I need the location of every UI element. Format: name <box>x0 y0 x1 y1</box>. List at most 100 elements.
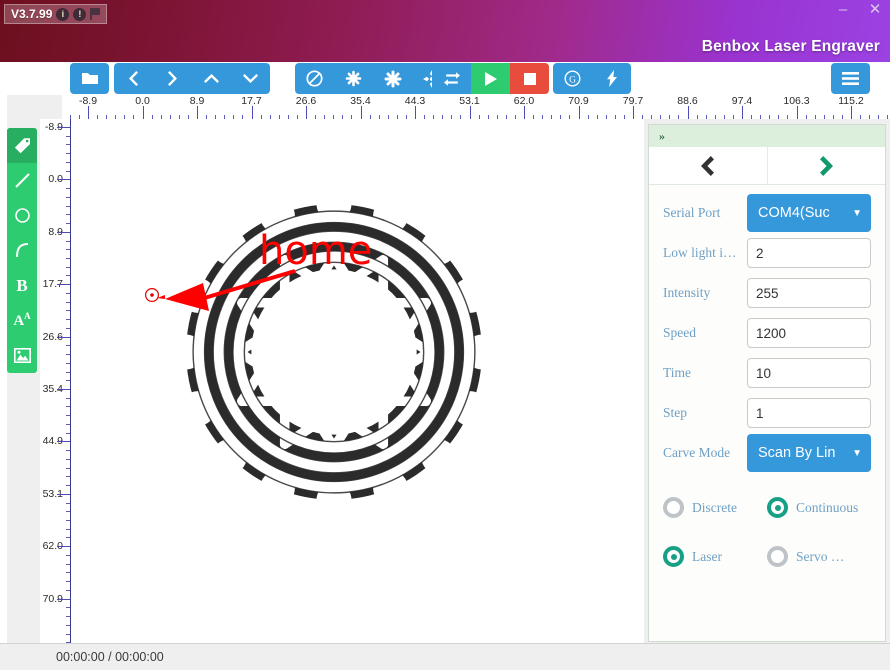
version-badge: V3.7.99 i ! <box>4 4 108 24</box>
chevron-down-icon: ▼ <box>852 207 862 219</box>
left-edge-filler <box>0 95 7 643</box>
panel-field-row: Intensity <box>663 273 875 313</box>
panel-field-row: Speed <box>663 313 875 353</box>
ruler-tick-minor <box>678 115 680 119</box>
radio-continuous[interactable]: Continuous <box>767 497 871 518</box>
radio-discrete[interactable]: Discrete <box>663 497 767 518</box>
tool-font-size[interactable]: AA <box>7 303 37 338</box>
radio-servo[interactable]: Servo … <box>767 546 871 567</box>
ruler-tick-major <box>197 106 198 119</box>
tool-image[interactable] <box>7 338 37 373</box>
ruler-tick-major <box>415 106 416 119</box>
warning-icon[interactable]: ! <box>73 7 87 21</box>
tool-bold-text[interactable]: B <box>7 268 37 303</box>
title-bar: V3.7.99 i ! – ✕ Benbox Laser Engraver <box>0 0 890 62</box>
time-input[interactable] <box>747 358 871 388</box>
info-icon[interactable]: i <box>56 7 70 21</box>
toolbar-group-jog <box>114 63 270 94</box>
gcode-button[interactable]: G <box>553 63 592 94</box>
ruler-tick-minor <box>669 115 671 119</box>
tool-circle[interactable] <box>7 198 37 233</box>
radio-label: Continuous <box>796 499 859 515</box>
ruler-tick-major <box>796 106 798 119</box>
ruler-tick-major <box>57 284 70 286</box>
move-left-button[interactable] <box>114 63 153 94</box>
panel-field-row: Serial Port COM4(Suc ▼ <box>663 193 875 233</box>
close-button[interactable]: ✕ <box>866 2 884 17</box>
move-down-button[interactable] <box>231 63 270 94</box>
panel-header: » <box>649 125 885 147</box>
ruler-tick-minor <box>787 115 789 119</box>
ruler-tick-major <box>578 106 580 119</box>
stop-engrave-button[interactable] <box>510 63 549 94</box>
field-label: Serial Port <box>663 205 721 220</box>
ruler-tick-minor <box>705 115 707 119</box>
ruler-tick-minor <box>760 115 762 119</box>
step-input[interactable] <box>747 398 871 428</box>
font-size-icon: AA <box>13 311 31 329</box>
menu-button[interactable] <box>831 63 870 94</box>
app-title: Benbox Laser Engraver <box>701 38 880 55</box>
laser-off-button[interactable] <box>295 63 334 94</box>
radio-laser[interactable]: Laser <box>663 546 767 567</box>
radio-label: Servo … <box>796 548 845 564</box>
power-button[interactable] <box>592 63 631 94</box>
ruler-tick-minor <box>878 115 880 119</box>
ruler-tick-minor <box>769 115 771 119</box>
svg-text:G: G <box>569 75 576 85</box>
collapse-panel-button[interactable]: » <box>659 129 665 144</box>
laser-strong-button[interactable] <box>373 63 412 94</box>
tool-arc[interactable] <box>7 233 37 268</box>
field-label: Carve Mode <box>663 445 731 460</box>
elapsed-total-time: 00:00:00 / 00:00:00 <box>56 650 164 664</box>
ruler-tick-minor <box>651 115 653 119</box>
field-label: Low light i… <box>663 245 737 260</box>
panel-tab-next[interactable] <box>767 147 885 184</box>
panel-tab-prev[interactable] <box>649 147 768 184</box>
arc-curve-icon <box>14 242 31 259</box>
app-window: V3.7.99 i ! – ✕ Benbox Laser Engraver G … <box>0 0 890 670</box>
tool-line[interactable] <box>7 163 37 198</box>
toolbar-group-run <box>432 63 549 94</box>
ruler-tick-major <box>57 231 70 233</box>
tool-select-tag[interactable] <box>7 128 37 163</box>
preview-loop-button[interactable] <box>432 63 471 94</box>
ruler-tick-minor <box>823 115 825 119</box>
chevron-down-icon: ▼ <box>852 447 862 459</box>
ruler-tick-major <box>469 106 471 119</box>
image-picture-icon <box>13 348 31 363</box>
ruler-tick-minor <box>805 115 807 119</box>
carve-mode-select[interactable]: Scan By Lin ▼ <box>747 434 871 472</box>
vertical-ruler[interactable]: -8.90.08.917.726.635.444.953.162.070.979… <box>40 119 70 643</box>
ruler-tick-minor <box>714 115 716 119</box>
start-engrave-button[interactable] <box>471 63 510 94</box>
open-file-button[interactable] <box>70 63 109 94</box>
move-right-button[interactable] <box>153 63 192 94</box>
panel-field-row: Low light i… <box>663 233 875 273</box>
annotation-home-label: home <box>259 228 373 274</box>
ruler-tick-minor <box>860 115 862 119</box>
ruler-tick-major <box>88 106 89 119</box>
minimize-button[interactable]: – <box>834 2 852 17</box>
settings-panel: » Serial Port COM4(Suc ▼ Low light i… Intens… <box>648 124 886 642</box>
toolbar-group-file <box>70 63 109 94</box>
intensity-input[interactable] <box>747 278 871 308</box>
field-label: Intensity <box>663 285 711 300</box>
low-light-intensity-input[interactable] <box>747 238 871 268</box>
ruler-tick-minor <box>841 115 843 119</box>
horizontal-ruler[interactable]: -8.9 0.0 8.9 17.7 26.6 35.4 44.3 53.1 62.0 70.9 79… <box>62 95 890 119</box>
ruler-tick-major <box>57 336 70 338</box>
design-canvas[interactable]: home <box>70 119 644 643</box>
field-label: Step <box>663 405 688 420</box>
panel-field-row: Carve Mode Scan By Lin ▼ <box>663 433 875 473</box>
laser-weak-button[interactable] <box>334 63 373 94</box>
flag-icon[interactable] <box>90 8 101 20</box>
panel-tabs <box>649 147 885 185</box>
serial-port-select[interactable]: COM4(Suc ▼ <box>747 194 871 232</box>
ruler-tick-minor <box>696 115 698 119</box>
ruler-tick-minor <box>660 115 662 119</box>
move-up-button[interactable] <box>192 63 231 94</box>
speed-input[interactable] <box>747 318 871 348</box>
ruler-tick-major <box>306 106 307 119</box>
ruler-tick-minor <box>723 115 725 119</box>
